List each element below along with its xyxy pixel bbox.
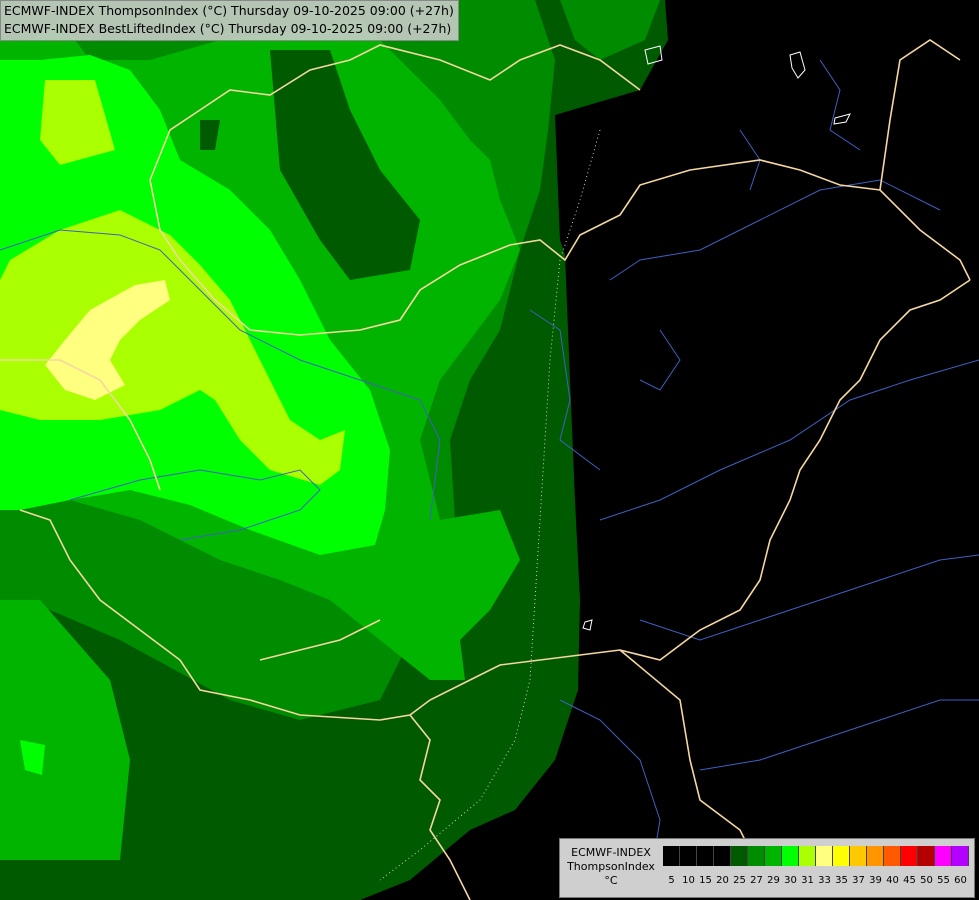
legend-swatch xyxy=(901,846,918,866)
legend-tick-label: 15 xyxy=(699,875,712,886)
legend-unit: °C xyxy=(604,874,618,887)
legend-tick-label: 55 xyxy=(937,875,950,886)
legend-swatch xyxy=(867,846,884,866)
legend-tick-label: 39 xyxy=(869,875,882,886)
legend-title: ECMWF-INDEX ThompsonIndex °C xyxy=(563,846,659,888)
legend-swatch xyxy=(782,846,799,866)
title-thompson-index: ECMWF-INDEX ThompsonIndex (°C) Thursday … xyxy=(4,3,454,18)
legend-swatch xyxy=(697,846,714,866)
legend-swatch xyxy=(884,846,901,866)
legend-swatch xyxy=(731,846,748,866)
legend-tick-label: 27 xyxy=(750,875,763,886)
legend-swatch xyxy=(918,846,935,866)
legend-swatch xyxy=(935,846,952,866)
map-title-box: ECMWF-INDEX ThompsonIndex (°C) Thursday … xyxy=(0,0,459,41)
title-best-lifted-index: ECMWF-INDEX BestLiftedIndex (°C) Thursda… xyxy=(4,21,452,36)
color-legend: ECMWF-INDEX ThompsonIndex °C 5 10 15 20 25 27… xyxy=(559,838,975,898)
legend-swatch xyxy=(850,846,867,866)
legend-swatch xyxy=(765,846,782,866)
legend-model: ECMWF-INDEX xyxy=(571,846,651,859)
legend-tick-label: 40 xyxy=(886,875,899,886)
legend-tick-label: 37 xyxy=(852,875,865,886)
legend-tick-label: 20 xyxy=(716,875,729,886)
legend-tick-label: 60 xyxy=(954,875,967,886)
legend-tick-label: 45 xyxy=(903,875,916,886)
legend-swatch xyxy=(816,846,833,866)
map-frame: ECMWF-INDEX ThompsonIndex (°C) Thursday … xyxy=(0,0,979,900)
legend-tick-label: 31 xyxy=(801,875,814,886)
legend-swatches xyxy=(663,846,969,866)
legend-tick-labels: 5 10 15 20 25 27 29 30 31 33 35 37 39 40 45 50 55 60 xyxy=(663,875,969,887)
legend-swatch xyxy=(748,846,765,866)
legend-tick-label: 50 xyxy=(920,875,933,886)
legend-tick-label: 25 xyxy=(733,875,746,886)
legend-tick-label: 30 xyxy=(784,875,797,886)
legend-swatch xyxy=(833,846,850,866)
legend-tick-label: 33 xyxy=(818,875,831,886)
legend-tick-label: 29 xyxy=(767,875,780,886)
legend-swatch xyxy=(714,846,731,866)
legend-swatch xyxy=(680,846,697,866)
lakes xyxy=(582,45,851,631)
legend-parameter: ThompsonIndex xyxy=(567,860,655,873)
legend-swatch xyxy=(799,846,816,866)
legend-swatch xyxy=(952,846,969,866)
legend-swatch xyxy=(663,846,680,866)
forecast-map[interactable] xyxy=(0,0,979,900)
legend-tick-label: 10 xyxy=(682,875,695,886)
legend-tick-label: 5 xyxy=(668,875,675,886)
legend-tick-label: 35 xyxy=(835,875,848,886)
